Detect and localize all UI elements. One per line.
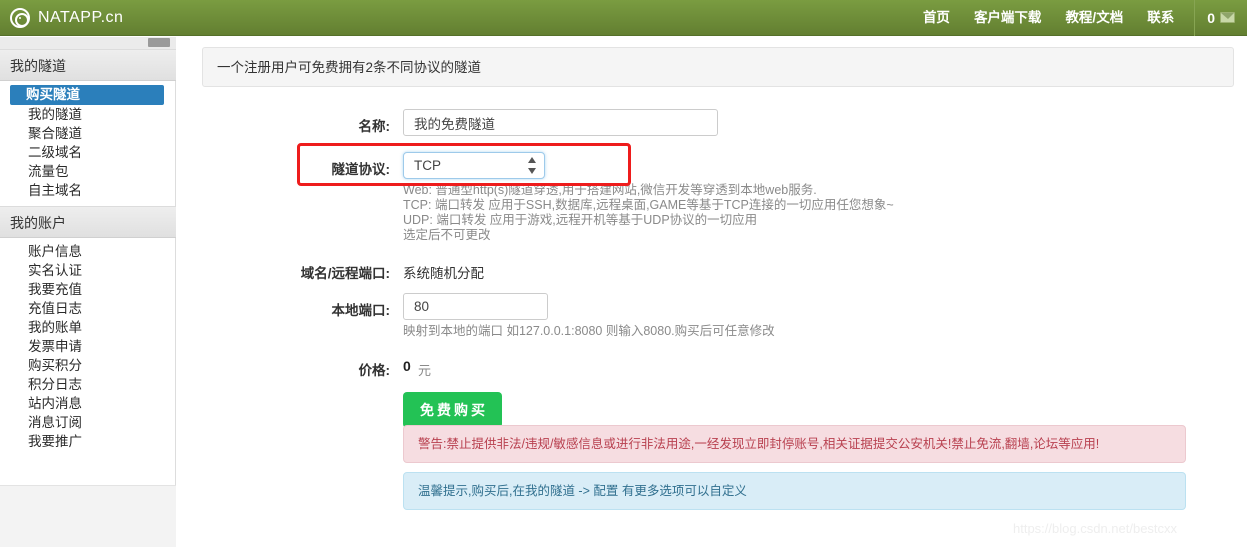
sidebar-item-site-messages[interactable]: 站内消息 [6, 394, 170, 413]
remote-port-value: 系统随机分配 [403, 266, 484, 281]
top-navbar: NATAPP.cn 首页 客户端下载 教程/文档 联系 0 [0, 0, 1247, 36]
price-label: 价格: [358, 363, 391, 378]
sidebar-section-title-account: 我的账户 [0, 206, 176, 238]
price-amount: 0 [403, 358, 411, 374]
nav-link-docs[interactable]: 教程/文档 [1053, 0, 1135, 36]
brand-logo-link[interactable]: NATAPP.cn [10, 7, 124, 28]
sidebar-item-custom-domain[interactable]: 自主域名 [6, 181, 170, 200]
sidebar-filler [0, 485, 176, 547]
protocol-help-line-2: TCP: 端口转发 应用于SSH,数据库,远程桌面,GAME等基于TCP连接的一… [403, 198, 894, 212]
protocol-select[interactable]: TCP [403, 152, 545, 179]
sidebar-section-title-tunnels: 我的隧道 [0, 49, 176, 81]
brand-name: NATAPP.cn [38, 8, 124, 26]
protocol-help-line-3: UDP: 端口转发 应用于游戏,远程开机等基于UDP协议的一切应用 [403, 213, 758, 227]
sidebar-item-recharge-log[interactable]: 充值日志 [6, 299, 170, 318]
message-count: 0 [1207, 9, 1215, 26]
sidebar-item-points-log[interactable]: 积分日志 [6, 375, 170, 394]
sidebar-item-account-info[interactable]: 账户信息 [6, 242, 170, 261]
local-port-input[interactable] [403, 293, 548, 320]
tunnel-name-input[interactable] [403, 109, 718, 136]
info-alert: 温馨提示,购买后,在我的隧道 -> 配置 有更多选项可以自定义 [403, 472, 1186, 510]
envelope-icon [1220, 12, 1235, 23]
scrollbar-thumb[interactable] [148, 38, 170, 47]
main-content: 一个注册用户可免费拥有2条不同协议的隧道 名称: 隧道协议: TCP Web: … [190, 37, 1247, 547]
local-port-help: 映射到本地的端口 如127.0.0.1:8080 则输入8080.购买后可任意修… [403, 324, 775, 338]
sidebar-item-real-name-auth[interactable]: 实名认证 [6, 261, 170, 280]
protocol-help-line-4: 选定后不可更改 [403, 228, 491, 242]
watermark: https://blog.csdn.net/bestcxx [1013, 521, 1178, 536]
panel-heading: 一个注册用户可免费拥有2条不同协议的隧道 [202, 47, 1234, 87]
spiral-logo-icon [10, 7, 30, 28]
sidebar-item-traffic-package[interactable]: 流量包 [6, 162, 170, 181]
sidebar-item-buy-tunnel[interactable]: 购买隧道 [10, 85, 164, 105]
nav-link-home[interactable]: 首页 [911, 0, 962, 36]
warning-alert: 警告:禁止提供非法/违规/敏感信息或进行非法用途,一经发现立即封停账号,相关证据… [403, 425, 1186, 463]
navbar-links: 首页 客户端下载 教程/文档 联系 0 [911, 0, 1247, 36]
sidebar-item-recharge[interactable]: 我要充值 [6, 280, 170, 299]
sidebar: 我的隧道 购买隧道 我的隧道 聚合隧道 二级域名 流量包 自主域名 我的账户 账… [0, 37, 176, 547]
sidebar-item-subdomain[interactable]: 二级域名 [6, 143, 170, 162]
sidebar-item-my-tunnel[interactable]: 我的隧道 [6, 105, 170, 124]
sidebar-list-account: 账户信息 实名认证 我要充值 充值日志 我的账单 发票申请 购买积分 积分日志 … [0, 238, 176, 457]
protocol-help-line-1: Web: 普通型http(s)隧道穿透,用于搭建网站,微信开发等穿透到本地web… [403, 183, 817, 197]
sidebar-item-aggregate-tunnel[interactable]: 聚合隧道 [6, 124, 170, 143]
sidebar-item-message-subscription[interactable]: 消息订阅 [6, 413, 170, 432]
local-port-label: 本地端口: [331, 303, 391, 318]
nav-link-contact[interactable]: 联系 [1135, 0, 1186, 36]
sidebar-item-invoice-request[interactable]: 发票申请 [6, 337, 170, 356]
sidebar-scrollbar[interactable] [0, 37, 176, 49]
nav-link-client-download[interactable]: 客户端下载 [962, 0, 1054, 36]
message-badge[interactable]: 0 [1194, 0, 1247, 36]
free-buy-button[interactable]: 免费购买 [403, 392, 502, 428]
sidebar-item-my-bills[interactable]: 我的账单 [6, 318, 170, 337]
protocol-label: 隧道协议: [331, 162, 391, 177]
sidebar-item-promotion[interactable]: 我要推广 [6, 432, 170, 451]
price-unit: 元 [418, 363, 432, 378]
name-label: 名称: [358, 119, 391, 134]
sidebar-list-tunnels: 购买隧道 我的隧道 聚合隧道 二级域名 流量包 自主域名 [0, 81, 176, 206]
sidebar-item-buy-points[interactable]: 购买积分 [6, 356, 170, 375]
remote-port-label: 域名/远程端口: [300, 266, 390, 281]
